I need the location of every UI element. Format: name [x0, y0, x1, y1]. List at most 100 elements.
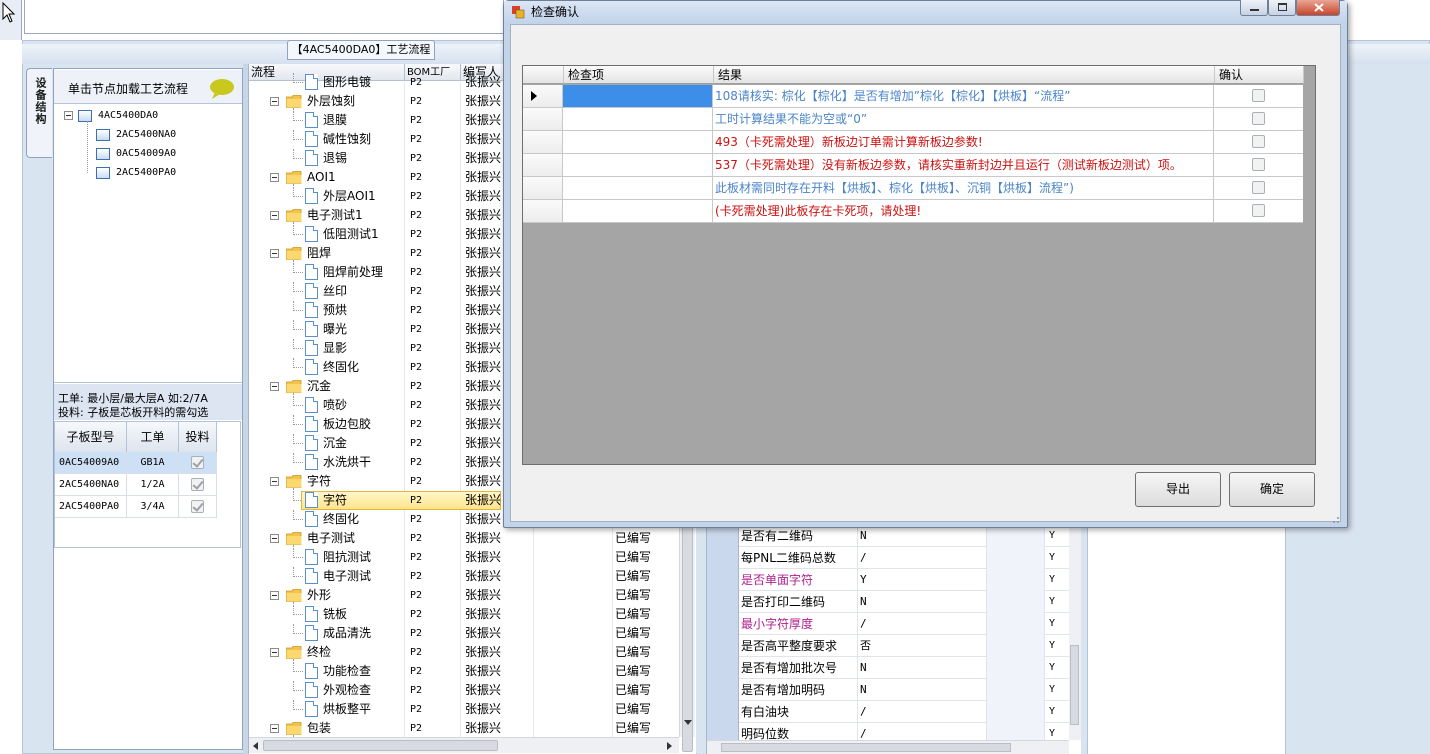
collapse-icon[interactable]: [270, 648, 279, 657]
check-item-cell[interactable]: [563, 85, 713, 107]
close-icon[interactable]: [1296, 0, 1340, 16]
tree-expander-icon[interactable]: [64, 111, 73, 120]
process-row[interactable]: 电子测试 P2 张振兴 已编写: [249, 567, 679, 586]
product-tree[interactable]: 4AC5400DA0 2AC5400NA0 0AC54009A0 2AC5400PA0: [54, 105, 242, 383]
scroll-down-icon[interactable]: [684, 720, 692, 725]
sub-table-cell-order[interactable]: 1/2A: [127, 474, 179, 496]
collapse-icon[interactable]: [270, 534, 279, 543]
process-grid-horizontal-scrollbar[interactable]: [249, 737, 679, 753]
row-header[interactable]: [523, 108, 563, 130]
row-header[interactable]: [707, 635, 739, 657]
value-cell[interactable]: [857, 635, 987, 657]
maximize-icon[interactable]: [1268, 0, 1296, 16]
feed-checkbox[interactable]: [191, 456, 204, 469]
sub-table-header-model[interactable]: 子板型号: [55, 422, 127, 452]
collapse-icon[interactable]: [270, 173, 279, 182]
row-header[interactable]: [707, 679, 739, 701]
collapse-icon[interactable]: [270, 477, 279, 486]
value-cell[interactable]: [857, 657, 987, 679]
check-item-cell[interactable]: [563, 154, 713, 176]
value-cell[interactable]: [857, 525, 987, 547]
row-header[interactable]: [523, 177, 563, 199]
confirm-cell[interactable]: [1214, 131, 1303, 153]
sub-table-cell-feed[interactable]: [179, 474, 217, 496]
confirm-cell[interactable]: [1214, 177, 1303, 199]
sub-table-header-order[interactable]: 工单: [127, 422, 179, 452]
check-row[interactable]: 537（卡死需处理）没有新板边参数，请核实重新封边并且运行（测试新板边测试）项。: [523, 154, 1303, 177]
process-row[interactable]: 包装 P2 张振兴 已编写: [249, 719, 679, 739]
extra-cell[interactable]: [987, 635, 1045, 657]
process-row[interactable]: 功能检查 P2 张振兴 已编写: [249, 662, 679, 681]
process-row[interactable]: 铣板 P2 张振兴 已编写: [249, 605, 679, 624]
row-header[interactable]: [707, 547, 739, 569]
sub-table-cell-model[interactable]: 2AC5400PA0: [55, 496, 127, 518]
check-row[interactable]: (卡死需处理)此板存在卡死项，请处理!: [523, 200, 1303, 223]
check-item-cell[interactable]: [563, 108, 713, 130]
sub-table-cell-order[interactable]: GB1A: [127, 452, 179, 474]
sub-table-cell-order[interactable]: 3/4A: [127, 496, 179, 518]
collapse-icon[interactable]: [270, 97, 279, 106]
sub-table-cell-model[interactable]: 0AC54009A0: [55, 452, 127, 474]
scroll-thumb[interactable]: [1070, 645, 1079, 725]
parameter-row[interactable]: 是否打印二维码 N Y: [707, 591, 1069, 613]
sub-table-cell-feed[interactable]: [179, 496, 217, 518]
confirm-checkbox[interactable]: [1252, 158, 1265, 171]
check-result-cell[interactable]: 537（卡死需处理）没有新板边参数，请核实重新封边并且运行（测试新板边测试）项。: [713, 154, 1214, 176]
feed-checkbox[interactable]: [191, 478, 204, 491]
confirm-cell[interactable]: [1214, 154, 1303, 176]
extra-cell[interactable]: [987, 569, 1045, 591]
resize-grip-icon[interactable]: [1330, 514, 1340, 524]
export-button[interactable]: 导出: [1135, 472, 1221, 507]
parameter-row[interactable]: 是否有增加明码 N Y: [707, 679, 1069, 701]
check-grid-header-confirm[interactable]: 确认: [1215, 66, 1304, 84]
scroll-thumb[interactable]: [682, 522, 693, 752]
process-row[interactable]: 成品清洗 P2 张振兴 已编写: [249, 624, 679, 643]
check-row[interactable]: 493（卡死需处理）新板边订单需计算新板边参数!: [523, 131, 1303, 154]
value-cell[interactable]: [857, 591, 987, 613]
parameter-row[interactable]: 有白油块 / Y: [707, 701, 1069, 723]
confirm-checkbox[interactable]: [1252, 135, 1265, 148]
check-row[interactable]: 工时计算结果不能为空或“0”: [523, 108, 1303, 131]
confirm-cell[interactable]: [1214, 108, 1303, 130]
check-item-cell[interactable]: [563, 177, 713, 199]
parameter-row[interactable]: 最小字符厚度 / Y: [707, 613, 1069, 635]
collapse-icon[interactable]: [270, 724, 279, 733]
process-row[interactable]: 烘板整平 P2 张振兴 已编写: [249, 700, 679, 719]
parameter-row[interactable]: 是否高平整度要求 否 Y: [707, 635, 1069, 657]
row-header[interactable]: [523, 85, 563, 107]
sub-table-header-feed[interactable]: 投料: [179, 422, 217, 452]
collapse-icon[interactable]: [270, 249, 279, 258]
value-cell[interactable]: [857, 613, 987, 635]
row-header[interactable]: [707, 525, 739, 547]
tab-process-flow[interactable]: 【4AC5400DA0】工艺流程: [287, 40, 435, 60]
check-result-cell[interactable]: 工时计算结果不能为空或“0”: [713, 108, 1214, 130]
confirm-cell[interactable]: [1214, 200, 1303, 222]
row-header[interactable]: [523, 154, 563, 176]
extra-cell[interactable]: [987, 525, 1045, 547]
scroll-thumb[interactable]: [263, 740, 498, 751]
check-item-cell[interactable]: [563, 131, 713, 153]
row-header[interactable]: [707, 591, 739, 613]
check-result-cell[interactable]: 此板材需同时存在开料【烘板】、棕化【烘板】、沉铜【烘板】流程”): [713, 177, 1214, 199]
scroll-left-icon[interactable]: [253, 742, 258, 750]
extra-cell[interactable]: [987, 591, 1045, 613]
row-header[interactable]: [707, 701, 739, 723]
confirm-checkbox[interactable]: [1252, 204, 1265, 217]
row-header[interactable]: [707, 569, 739, 591]
row-header[interactable]: [523, 200, 563, 222]
collapse-icon[interactable]: [270, 211, 279, 220]
parameter-grid-horizontal-scrollbar[interactable]: [707, 740, 1069, 754]
value-cell[interactable]: [857, 701, 987, 723]
row-header[interactable]: [707, 657, 739, 679]
confirm-checkbox[interactable]: [1252, 112, 1265, 125]
extra-cell[interactable]: [987, 701, 1045, 723]
extra-cell[interactable]: [987, 657, 1045, 679]
parameter-grid-vertical-scrollbar[interactable]: [1069, 525, 1081, 740]
check-result-cell[interactable]: (卡死需处理)此板存在卡死项，请处理!: [713, 200, 1214, 222]
scroll-thumb[interactable]: [721, 743, 1011, 752]
process-row[interactable]: 终检 P2 张振兴 已编写: [249, 643, 679, 663]
top-text-field[interactable]: [24, 0, 504, 34]
minimize-icon[interactable]: [1240, 0, 1268, 16]
extra-cell[interactable]: [987, 547, 1045, 569]
value-cell[interactable]: [857, 569, 987, 591]
